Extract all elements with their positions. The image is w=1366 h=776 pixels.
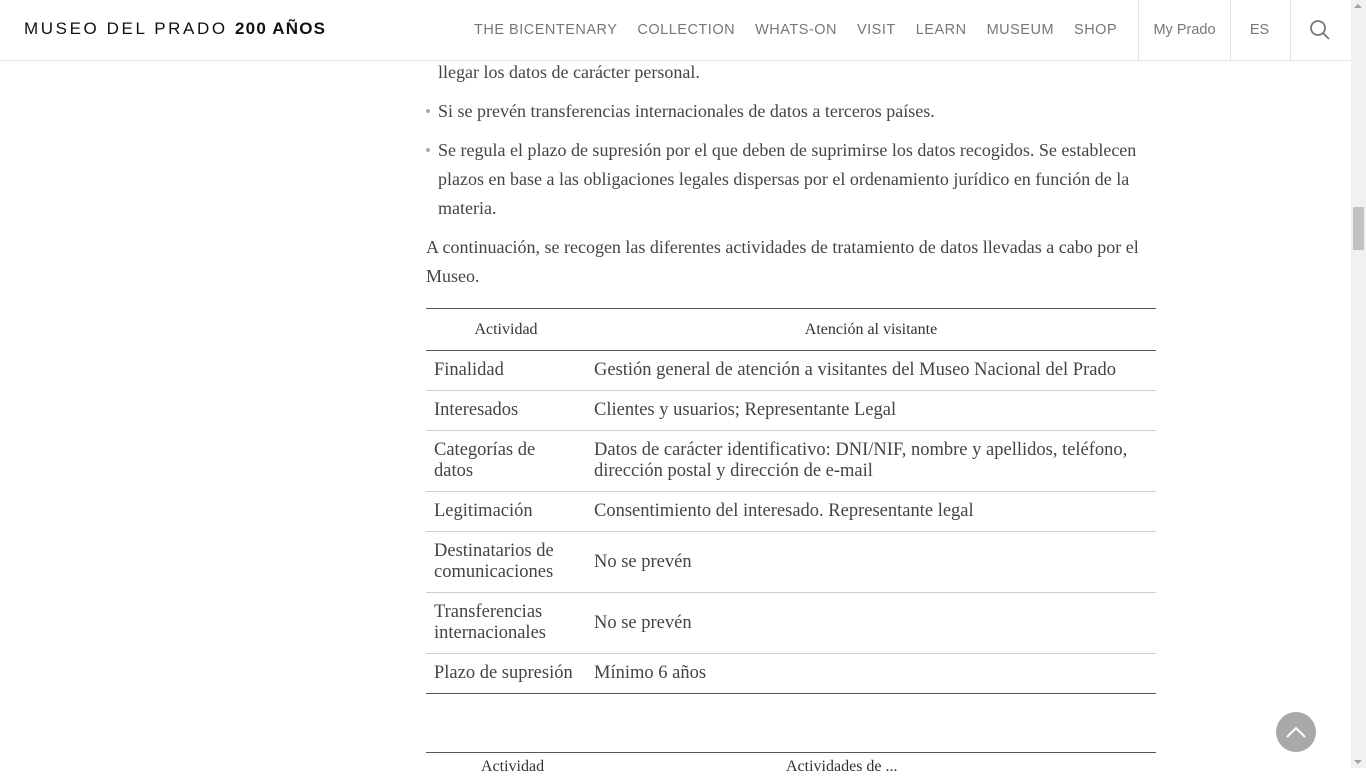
row-label: Transferencias internacionales <box>426 592 586 654</box>
row-label: Categorías de datos <box>426 430 586 492</box>
table-row: Transferencias internacionales No se pre… <box>426 592 1156 654</box>
intro-paragraph: A continuación, se recogen las diferente… <box>426 237 1139 286</box>
next-table-border <box>426 752 1156 753</box>
bullet-dot <box>426 109 430 113</box>
row-label: Interesados <box>426 390 586 431</box>
row-value: No se prevén <box>586 531 1156 593</box>
scroll-thumb[interactable] <box>1353 207 1364 250</box>
row-label: Finalidad <box>426 350 586 391</box>
bullet-text: Si se prevén transferencias internaciona… <box>438 101 935 121</box>
row-value: Gestión general de atención a visitantes… <box>586 350 1156 391</box>
next-table-header-name: Actividades de ... <box>786 758 898 775</box>
search-icon <box>1310 20 1330 40</box>
bullet-text: Se regula el plazo de supresión por el q… <box>438 140 1137 218</box>
row-value: Datos de carácter identificativo: DNI/NI… <box>586 430 1156 492</box>
scroll-down-arrow[interactable] <box>1354 760 1362 764</box>
site-logo[interactable]: MUSEO DEL PRADO 200 AÑOS <box>24 19 326 39</box>
row-label: Legitimación <box>426 491 586 532</box>
nav-museum[interactable]: MUSEUM <box>977 22 1064 38</box>
nav-shop[interactable]: SHOP <box>1064 22 1127 38</box>
nav-whats-on[interactable]: WHATS-ON <box>745 22 847 38</box>
row-value: Consentimiento del interesado. Represent… <box>586 491 1156 532</box>
bullet-dot <box>426 148 430 152</box>
row-label: Destinatarios de comunicaciones <box>426 531 586 593</box>
row-value: Mínimo 6 años <box>594 663 707 683</box>
header-activity: Actividad <box>426 308 586 351</box>
chevron-up-icon <box>1286 726 1306 738</box>
site-header: MUSEO DEL PRADO 200 AÑOS THE BICENTENARY… <box>0 0 1351 61</box>
list-item: Se regula el plazo de supresión por el q… <box>426 136 1156 223</box>
my-prado-link[interactable]: My Prado <box>1138 0 1231 60</box>
table-row: Finalidad Gestión general de atención a … <box>426 350 1156 391</box>
row-label: Plazo de supresión <box>434 663 573 683</box>
logo-main: MUSEO DEL PRADO <box>24 19 228 38</box>
content-area: llegar los datos de carácter personal. S… <box>426 60 1156 291</box>
language-selector[interactable]: ES <box>1229 0 1291 60</box>
nav-collection[interactable]: COLLECTION <box>627 22 745 38</box>
partial-line: llegar los datos de carácter personal. <box>438 62 700 82</box>
nav-visit[interactable]: VISIT <box>847 22 906 38</box>
table-row: Destinatarios de comunicaciones No se pr… <box>426 531 1156 593</box>
table-row: Plazo de supresión Mínimo 6 años <box>426 654 1156 694</box>
table-header-row: Actividad Atención al visitante <box>426 308 1156 351</box>
logo-bold: 200 AÑOS <box>235 19 327 38</box>
search-button[interactable] <box>1300 10 1340 50</box>
table-row: Legitimación Consentimiento del interesa… <box>426 491 1156 532</box>
row-value: No se prevén <box>586 592 1156 654</box>
scroll-up-arrow[interactable] <box>1354 4 1362 8</box>
main-nav: THE BICENTENARY COLLECTION WHATS-ON VISI… <box>464 0 1127 60</box>
page-scrollbar[interactable] <box>1351 0 1366 768</box>
list-item: Si se prevén transferencias internaciona… <box>426 97 1156 126</box>
nav-bicentenary[interactable]: THE BICENTENARY <box>464 22 627 38</box>
processing-activity-table: Actividad Atención al visitante Finalida… <box>426 308 1156 694</box>
table-row: Interesados Clientes y usuarios; Represe… <box>426 390 1156 431</box>
table-row: Categorías de datos Datos de carácter id… <box>426 430 1156 492</box>
nav-learn[interactable]: LEARN <box>906 22 977 38</box>
back-to-top-button[interactable] <box>1276 712 1316 752</box>
header-activity-name: Atención al visitante <box>586 308 1156 351</box>
row-value: Clientes y usuarios; Representante Legal <box>586 390 1156 431</box>
next-table-header-activity: Actividad <box>481 758 545 775</box>
